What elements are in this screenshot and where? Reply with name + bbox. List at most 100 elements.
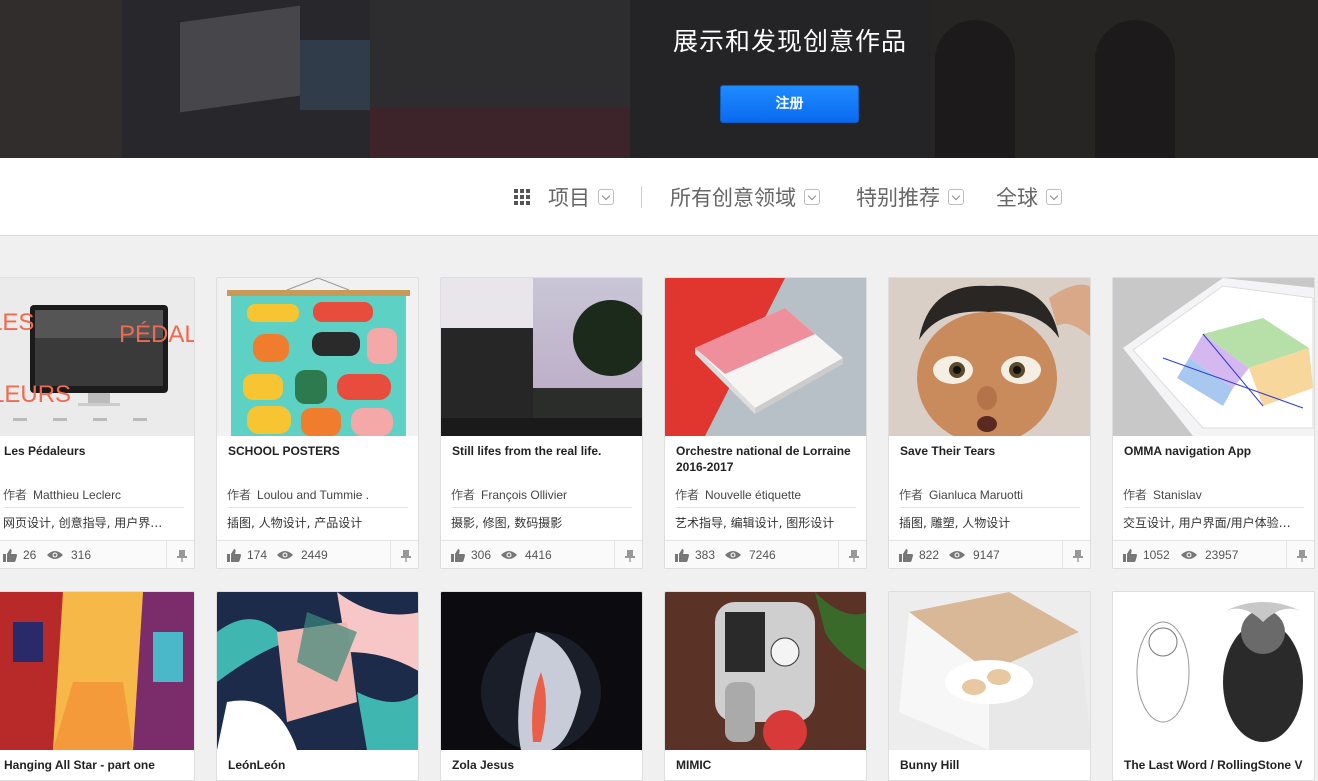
project-thumbnail[interactable] [889,278,1090,436]
project-thumbnail[interactable] [1113,278,1314,436]
author-name[interactable]: Stanislav [1153,488,1202,502]
filter-creative-fields[interactable]: 所有创意领域 [670,183,820,211]
save-button[interactable] [1062,541,1090,568]
project-author: 作者 Loulou and Tummie . [227,486,369,503]
project-card[interactable]: The Last Word / RollingStone V [1112,591,1315,781]
thumbs-up-icon [899,548,913,562]
appreciations-stat: 822 [899,548,939,562]
project-title[interactable]: Les Pédaleurs [4,443,189,459]
project-title[interactable]: Orchestre national de Lorraine 2016-2017 [676,443,861,475]
project-title[interactable]: The Last Word / RollingStone V [1124,757,1309,773]
project-card[interactable]: Save Their Tears 作者 Gianluca Maruotti 插图,… [888,277,1091,569]
filter-featured[interactable]: 特别推荐 [856,183,964,211]
project-title[interactable]: OMMA navigation App [1124,443,1309,459]
thumbnail-image [1113,592,1314,750]
project-card[interactable]: LES PÉDAL LEURS Les Pédaleurs 作者 Matthieu… [0,277,195,569]
project-card[interactable]: Orchestre national de Lorraine 2016-2017… [664,277,867,569]
hero-title: 展示和发现创意作品 [672,27,907,56]
appreciations-count: 174 [247,548,268,562]
views-count: 4416 [525,548,552,562]
project-title[interactable]: MIMIC [676,757,861,773]
project-thumbnail[interactable]: LES PÉDAL LEURS [0,278,194,436]
project-thumbnail[interactable] [441,592,642,750]
project-fields: 摄影, 修图, 数码摄影 [451,516,563,530]
project-title[interactable]: Hanging All Star - part one [4,757,189,773]
save-button[interactable] [1286,541,1314,568]
project-card[interactable]: Hanging All Star - part one [0,591,195,781]
thumbnail-image [665,592,866,750]
project-thumbnail[interactable] [441,278,642,436]
divider [227,507,408,508]
filter-bar: 项目 所有创意领域 特别推荐 全球 [0,158,1318,236]
filter-featured-label: 特别推荐 [856,186,940,210]
author-name[interactable]: Matthieu Leclerc [33,488,121,502]
project-thumbnail[interactable] [0,592,194,750]
thumbnail-image [1113,278,1314,436]
views-count: 2449 [301,548,328,562]
chevron-down-icon [948,189,964,205]
author-name[interactable]: Nouvelle étiquette [705,488,801,502]
project-card[interactable]: OMMA navigation App 作者 Stanislav 交互设计, 用户… [1112,277,1315,569]
project-card[interactable]: Still lifes from the real life. 作者 Franço… [440,277,643,569]
pin-icon [624,550,635,562]
project-stats: 26 316 [0,540,194,568]
project-thumbnail[interactable] [217,592,418,750]
eye-icon [501,551,517,559]
views-stat: 4416 [501,548,552,562]
project-fields: 插图, 人物设计, 产品设计 [227,516,363,530]
project-fields: 交互设计, 用户界面/用户体验… [1123,516,1291,530]
filter-location[interactable]: 全球 [996,183,1062,211]
appreciations-stat: 26 [3,548,36,562]
project-title[interactable]: SCHOOL POSTERS [228,443,413,459]
project-thumbnail[interactable] [1113,592,1314,750]
pin-icon [1072,550,1083,562]
project-thumbnail[interactable] [889,592,1090,750]
pin-icon [400,550,411,562]
filter-divider [641,186,642,208]
project-thumbnail[interactable] [665,592,866,750]
chevron-down-icon [598,189,614,205]
save-button[interactable] [390,541,418,568]
thumbnail-image [889,592,1090,750]
project-title[interactable]: Bunny Hill [900,757,1085,773]
author-name[interactable]: Gianluca Maruotti [929,488,1023,502]
project-title[interactable]: Still lifes from the real life. [452,443,637,459]
project-title[interactable]: Save Their Tears [900,443,1085,459]
divider [451,507,632,508]
save-button[interactable] [166,541,194,568]
views-stat: 7246 [725,548,776,562]
project-thumbnail[interactable] [217,278,418,436]
save-button[interactable] [614,541,642,568]
project-thumbnail[interactable] [665,278,866,436]
thumbnail-image [889,278,1090,436]
appreciations-stat: 383 [675,548,715,562]
project-card[interactable]: MIMIC [664,591,867,781]
views-count: 9147 [973,548,1000,562]
appreciations-count: 1052 [1143,548,1170,562]
appreciations-count: 822 [919,548,940,562]
views-stat: 2449 [277,548,328,562]
filter-creative-fields-label: 所有创意领域 [670,186,796,210]
pin-icon [848,550,859,562]
eye-icon [1181,551,1197,559]
author-prefix: 作者 [675,488,700,502]
views-stat: 316 [47,548,91,562]
chevron-down-icon [1046,189,1062,205]
project-fields: 插图, 雕塑, 人物设计 [899,516,1011,530]
thumbs-up-icon [451,548,465,562]
save-button[interactable] [838,541,866,568]
filter-location-label: 全球 [996,186,1038,210]
project-card[interactable]: LeónLeón [216,591,419,781]
project-title[interactable]: LeónLeón [228,757,413,773]
project-card[interactable]: Zola Jesus [440,591,643,781]
filter-projects[interactable]: 项目 [514,183,614,211]
project-card[interactable]: SCHOOL POSTERS 作者 Loulou and Tummie . 插图,… [216,277,419,569]
chevron-down-icon [804,189,820,205]
thumbnail-image [0,592,194,750]
signup-button[interactable]: 注册 [720,85,859,123]
project-title[interactable]: Zola Jesus [452,757,637,773]
filter-projects-label: 项目 [548,186,590,210]
author-name[interactable]: Loulou and Tummie . [257,488,369,502]
project-card[interactable]: Bunny Hill [888,591,1091,781]
author-name[interactable]: François Ollivier [481,488,567,502]
